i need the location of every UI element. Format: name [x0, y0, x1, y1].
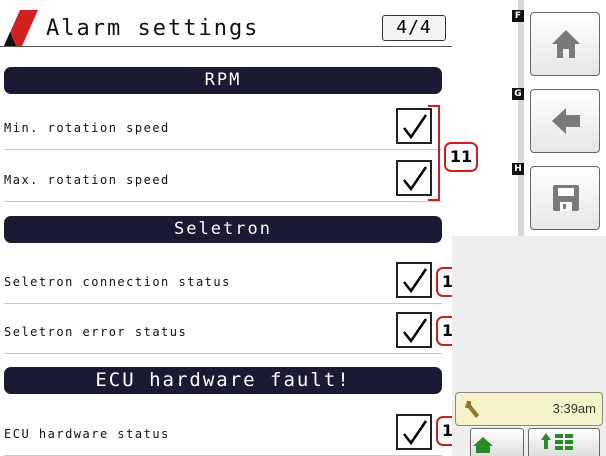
checkmark-icon — [403, 318, 428, 344]
arrow-left-icon — [552, 108, 580, 134]
ecu-hardware-checkbox[interactable] — [396, 414, 432, 450]
setting-row-seletron-connection: Seletron connection status — [4, 260, 442, 304]
max-rotation-checkbox[interactable] — [396, 160, 432, 196]
arrow-up-grid-icon — [541, 433, 573, 450]
section-header-rpm: RPM — [4, 67, 442, 94]
setting-row-max-rotation: Max. rotation speed — [4, 158, 442, 202]
checkmark-icon — [403, 420, 428, 446]
home-button[interactable] — [530, 12, 600, 76]
status-bar: 3:39am — [455, 392, 603, 426]
section-header-ecu: ECU hardware fault! — [4, 367, 442, 394]
min-rotation-checkbox[interactable] — [396, 108, 432, 144]
clock-time: 3:39am — [552, 401, 596, 416]
setting-row-seletron-error: Seletron error status — [4, 310, 442, 354]
floppy-disk-icon — [553, 185, 579, 211]
softkey-tag-save: H — [512, 163, 524, 175]
wrench-icon — [465, 401, 479, 418]
seletron-connection-checkbox[interactable] — [396, 262, 432, 298]
softkey-tag-back: G — [512, 88, 524, 100]
bottom-menu-button[interactable] — [528, 428, 600, 456]
save-button[interactable] — [530, 166, 600, 230]
softkey-tag-home: F — [512, 10, 524, 22]
back-button[interactable] — [530, 89, 600, 153]
page-indicator: 4/4 — [382, 15, 446, 41]
side-panel-shade — [518, 0, 524, 236]
setting-row-ecu-hardware: ECU hardware status — [4, 412, 442, 456]
callout-bracket — [428, 105, 440, 201]
brand-logo-icon — [4, 10, 38, 46]
section-header-seletron: Seletron — [4, 216, 442, 243]
home-icon — [473, 437, 493, 453]
callout-11: 11 — [444, 142, 478, 172]
setting-label: Max. rotation speed — [4, 172, 170, 187]
checkmark-icon — [403, 114, 428, 140]
bottom-home-button[interactable] — [470, 428, 524, 456]
checkmark-icon — [403, 268, 428, 294]
checkmark-icon — [403, 166, 428, 192]
setting-label: Seletron error status — [4, 324, 188, 339]
seletron-error-checkbox[interactable] — [396, 312, 432, 348]
header-divider — [0, 46, 452, 47]
setting-row-min-rotation: Min. rotation speed — [4, 106, 442, 150]
setting-label: Min. rotation speed — [4, 120, 170, 135]
setting-label: ECU hardware status — [4, 426, 170, 441]
home-icon — [552, 30, 580, 58]
setting-label: Seletron connection status — [4, 274, 231, 289]
page-title: Alarm settings — [46, 16, 260, 41]
